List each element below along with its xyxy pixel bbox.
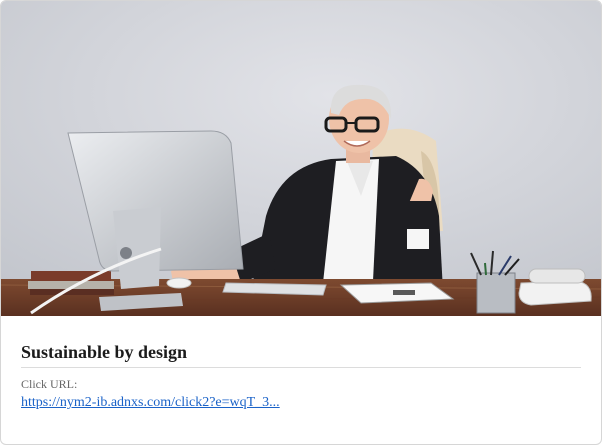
click-url-label: Click URL: [21, 377, 78, 391]
ad-preview-card: Sustainable by design Click URL: https:/… [0, 0, 602, 445]
click-url-link[interactable]: https://nym2-ib.adnxs.com/click2?e=wqT_3… [21, 395, 280, 411]
card-title: Sustainable by design [21, 342, 581, 368]
hero-image[interactable] [1, 1, 601, 316]
card-body: Sustainable by design Click URL: https:/… [21, 316, 581, 411]
